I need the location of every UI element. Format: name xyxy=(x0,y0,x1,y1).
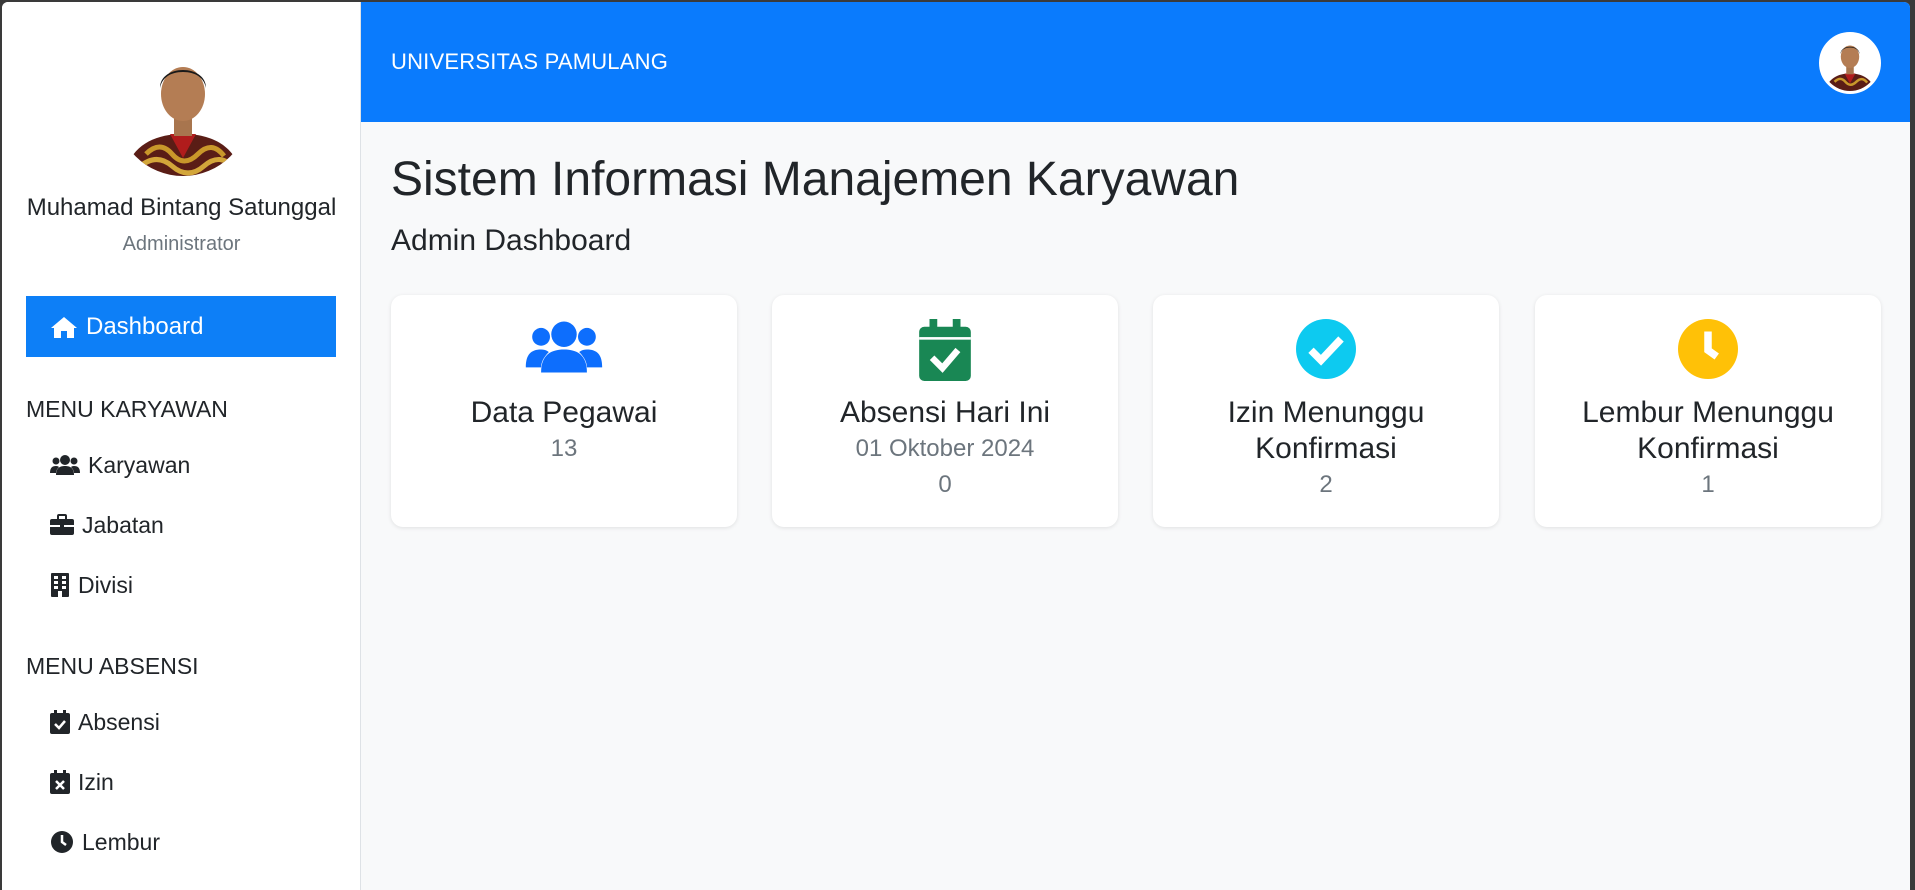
sidebar-item-karyawan[interactable]: Karyawan xyxy=(50,445,190,485)
card-date: 01 Oktober 2024 xyxy=(855,435,1035,462)
user-avatar[interactable] xyxy=(1819,32,1881,94)
building-icon xyxy=(51,573,69,597)
card-data-pegawai[interactable]: Data Pegawai 13 xyxy=(391,295,737,527)
sidebar-item-absensi[interactable]: Absensi xyxy=(50,702,160,742)
card-title-line: Konfirmasi xyxy=(1255,432,1397,465)
card-izin-menunggu[interactable]: Izin Menunggu Konfirmasi 2 xyxy=(1153,295,1499,527)
sidebar: Muhamad Bintang Satunggal Administrator … xyxy=(2,2,361,890)
sidebar-item-label: Divisi xyxy=(78,571,133,598)
sidebar-item-label: Izin xyxy=(78,768,114,795)
sidebar-item-label: Absensi xyxy=(78,708,160,735)
page-subtitle: Admin Dashboard xyxy=(391,224,632,257)
check-circle-icon xyxy=(1296,319,1356,379)
card-title: Lembur Menunggu Konfirmasi xyxy=(1545,395,1871,467)
clock-icon xyxy=(1678,319,1738,379)
sidebar-item-dashboard[interactable]: Dashboard xyxy=(26,296,336,357)
sidebar-item-divisi[interactable]: Divisi xyxy=(50,565,133,605)
card-value: 13 xyxy=(550,435,578,462)
users-icon xyxy=(50,455,80,475)
card-title-line: Izin Menunggu xyxy=(1227,396,1425,429)
users-icon xyxy=(525,321,603,373)
section-title-karyawan: MENU KARYAWAN xyxy=(26,396,228,422)
clock-icon xyxy=(51,831,73,853)
sidebar-item-jabatan[interactable]: Jabatan xyxy=(50,505,164,545)
home-icon xyxy=(51,316,77,338)
briefcase-icon xyxy=(50,514,74,535)
calendar-x-icon xyxy=(50,770,70,794)
card-lembur-menunggu[interactable]: Lembur Menunggu Konfirmasi 1 xyxy=(1535,295,1881,527)
card-value: 0 xyxy=(938,471,952,498)
profile-avatar xyxy=(116,42,250,176)
sidebar-item-label: Lembur xyxy=(82,828,160,855)
app-window: Muhamad Bintang Satunggal Administrator … xyxy=(2,2,1910,890)
top-navbar: UNIVERSITAS PAMULANG xyxy=(361,2,1910,122)
card-value: 1 xyxy=(1701,471,1715,498)
card-absensi-hari-ini[interactable]: Absensi Hari Ini 01 Oktober 2024 0 xyxy=(772,295,1118,527)
profile-role: Administrator xyxy=(122,233,241,255)
card-title-line: Konfirmasi xyxy=(1637,432,1779,465)
sidebar-item-izin[interactable]: Izin xyxy=(50,762,114,802)
page-title: Sistem Informasi Manajemen Karyawan xyxy=(391,153,1240,206)
card-title: Absensi Hari Ini xyxy=(839,396,1051,429)
sidebar-item-label: Dashboard xyxy=(86,312,204,340)
section-title-absensi: MENU ABSENSI xyxy=(26,653,199,679)
card-title: Data Pegawai xyxy=(470,396,658,429)
sidebar-item-lembur[interactable]: Lembur xyxy=(50,822,160,862)
sidebar-item-label: Jabatan xyxy=(82,511,164,538)
card-title-line: Lembur Menunggu xyxy=(1582,396,1834,429)
card-value: 2 xyxy=(1319,471,1333,498)
profile-name: Muhamad Bintang Satunggal xyxy=(26,194,337,221)
calendar-check-icon xyxy=(50,710,70,734)
sidebar-item-label: Karyawan xyxy=(88,451,191,478)
calendar-check-icon xyxy=(919,319,971,381)
card-title: Izin Menunggu Konfirmasi xyxy=(1163,395,1489,467)
brand-title[interactable]: UNIVERSITAS PAMULANG xyxy=(391,49,668,75)
